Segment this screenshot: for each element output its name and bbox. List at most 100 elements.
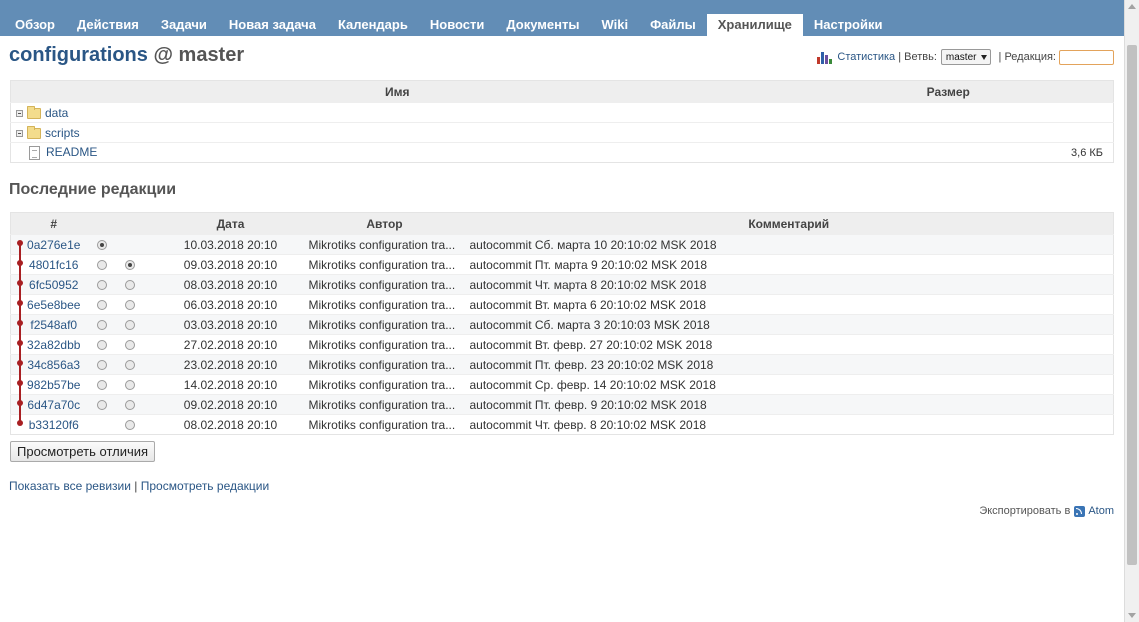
revision-author: Mikrotiks configuration tra... [304,334,465,355]
expand-icon[interactable] [16,129,23,137]
diff-to-radio[interactable] [124,320,135,331]
revision-author: Mikrotiks configuration tra... [304,254,465,275]
repository-toolbar: Статистика | Ветвь: master | Редакция: [817,48,1114,66]
title-branch: master [178,44,245,66]
revision-id-cell: 4801fc16 [10,254,97,275]
diff-to-radio[interactable] [124,340,135,351]
diff-from-radio[interactable] [96,280,107,291]
revision-link[interactable]: 4801fc16 [11,258,97,272]
revision-link[interactable]: 6fc50952 [11,278,97,292]
revision-row: 6d47a70c 09.02.2018 20:10 Mikrotiks config… [10,394,1114,415]
toolbar-separator: | [895,51,905,63]
tab-files[interactable]: Файлы [639,14,707,36]
scroll-up-arrow-icon[interactable] [1128,4,1136,9]
diff-to-radio[interactable] [124,380,135,391]
revision-row: f2548af0 03.03.2018 20:10 Mikrotiks config… [10,314,1114,335]
scroll-thumb[interactable] [1127,45,1137,565]
revision-id-cell: b33120f6 [10,414,97,435]
diff-to-radio[interactable] [124,420,135,431]
revision-link[interactable]: 32a82dbb [11,338,97,352]
column-header-size[interactable]: Размер [783,80,1114,103]
entry-link[interactable]: scripts [45,126,80,140]
diff-from-radio[interactable] [96,400,107,411]
tab-issues[interactable]: Задачи [150,14,218,36]
diff-to-radio[interactable] [124,360,135,371]
main-menu: Обзор Действия Задачи Новая задача Кален… [0,0,1124,36]
expand-icon[interactable] [16,109,23,117]
vertical-scrollbar[interactable] [1124,0,1139,622]
tab-documents[interactable]: Документы [495,14,590,36]
revision-date: 27.02.2018 20:10 [156,334,305,355]
branch-label: Ветвь: [904,51,937,63]
revision-link[interactable]: b33120f6 [11,418,97,432]
revision-date: 23.02.2018 20:10 [156,354,305,375]
revision-link[interactable]: 982b57be [11,378,97,392]
atom-link[interactable]: Atom [1088,505,1114,517]
view-revisions-link[interactable]: Просмотреть редакции [141,479,269,493]
show-all-revisions-link[interactable]: Показать все ревизии [9,479,131,493]
bar-chart-icon[interactable] [817,50,833,64]
diff-from-radio[interactable] [96,260,107,271]
diff-to-radio[interactable] [124,260,135,271]
diff-to-radio[interactable] [124,280,135,291]
view-differences-button[interactable]: Просмотреть отличия [10,441,156,462]
tab-news[interactable]: Новости [419,14,496,36]
tab-wiki[interactable]: Wiki [590,14,639,36]
revision-link[interactable]: 34c856a3 [11,358,97,372]
revision-row: 0a276e1e 10.03.2018 20:10 Mikrotiks config… [10,234,1114,255]
diff-from-radio[interactable] [96,320,107,331]
revision-comment: autocommit Чт. февр. 8 20:10:02 MSK 2018 [464,414,1114,435]
revision-date: 08.02.2018 20:10 [156,414,305,435]
tab-activity[interactable]: Действия [66,14,150,36]
column-header-revision: # [10,212,97,235]
entry-size [783,102,1114,123]
column-header-name[interactable]: Имя [10,80,784,103]
revision-link[interactable]: f2548af0 [11,318,97,332]
revision-input[interactable] [1059,49,1114,65]
links-separator: | [130,479,141,493]
entry-row: README 3,6 КБ [10,142,1114,163]
diff-to-radio[interactable] [124,300,135,311]
entry-link[interactable]: README [46,145,97,159]
revision-author: Mikrotiks configuration tra... [304,294,465,315]
revision-id-cell: 32a82dbb [10,334,97,355]
revision-link[interactable]: 6e5e8bee [11,298,97,312]
revision-date: 09.03.2018 20:10 [156,254,305,275]
entry-link[interactable]: data [45,106,68,120]
revision-id-cell: 6e5e8bee [10,294,97,315]
revision-author: Mikrotiks configuration tra... [304,374,465,395]
tab-overview[interactable]: Обзор [4,14,66,36]
entry-row: scripts [10,122,1114,143]
revision-comment: autocommit Пт. февр. 9 20:10:02 MSK 2018 [464,394,1114,415]
diff-from-radio[interactable] [96,360,107,371]
diff-from-radio[interactable] [96,300,107,311]
revision-author: Mikrotiks configuration tra... [304,234,465,255]
revision-comment: autocommit Пт. февр. 23 20:10:02 MSK 201… [464,354,1114,375]
revision-link[interactable]: 6d47a70c [11,398,97,412]
entry-row: data [10,102,1114,123]
scroll-down-arrow-icon[interactable] [1128,613,1136,618]
tab-settings[interactable]: Настройки [803,14,894,36]
revision-author: Mikrotiks configuration tra... [304,394,465,415]
tab-new-issue[interactable]: Новая задача [218,14,327,36]
diff-to-radio[interactable] [124,400,135,411]
repository-name-link[interactable]: configurations [9,44,148,66]
diff-from-radio[interactable] [96,240,107,251]
export-section: Экспортировать в Atom [979,505,1114,517]
revision-row: 32a82dbb 27.02.2018 20:10 Mikrotiks config… [10,334,1114,355]
diff-from-radio[interactable] [96,380,107,391]
column-header-author: Автор [304,212,465,235]
tab-calendar[interactable]: Календарь [327,14,419,36]
column-header-date: Дата [156,212,305,235]
diff-from-radio[interactable] [96,340,107,351]
branch-select[interactable]: master [940,49,992,65]
revision-id-cell: 6d47a70c [10,394,97,415]
tab-repository[interactable]: Хранилище [706,14,803,36]
export-label: Экспортировать в [979,505,1071,517]
statistics-link[interactable]: Статистика [837,51,895,63]
revision-row: 4801fc16 09.03.2018 20:10 Mikrotiks config… [10,254,1114,275]
folder-icon [27,105,41,119]
rss-feed-icon [1074,505,1086,517]
revision-link[interactable]: 0a276e1e [11,238,97,252]
entries-table: Имя Размер data scripts README 3,6 КБ [10,80,1114,163]
